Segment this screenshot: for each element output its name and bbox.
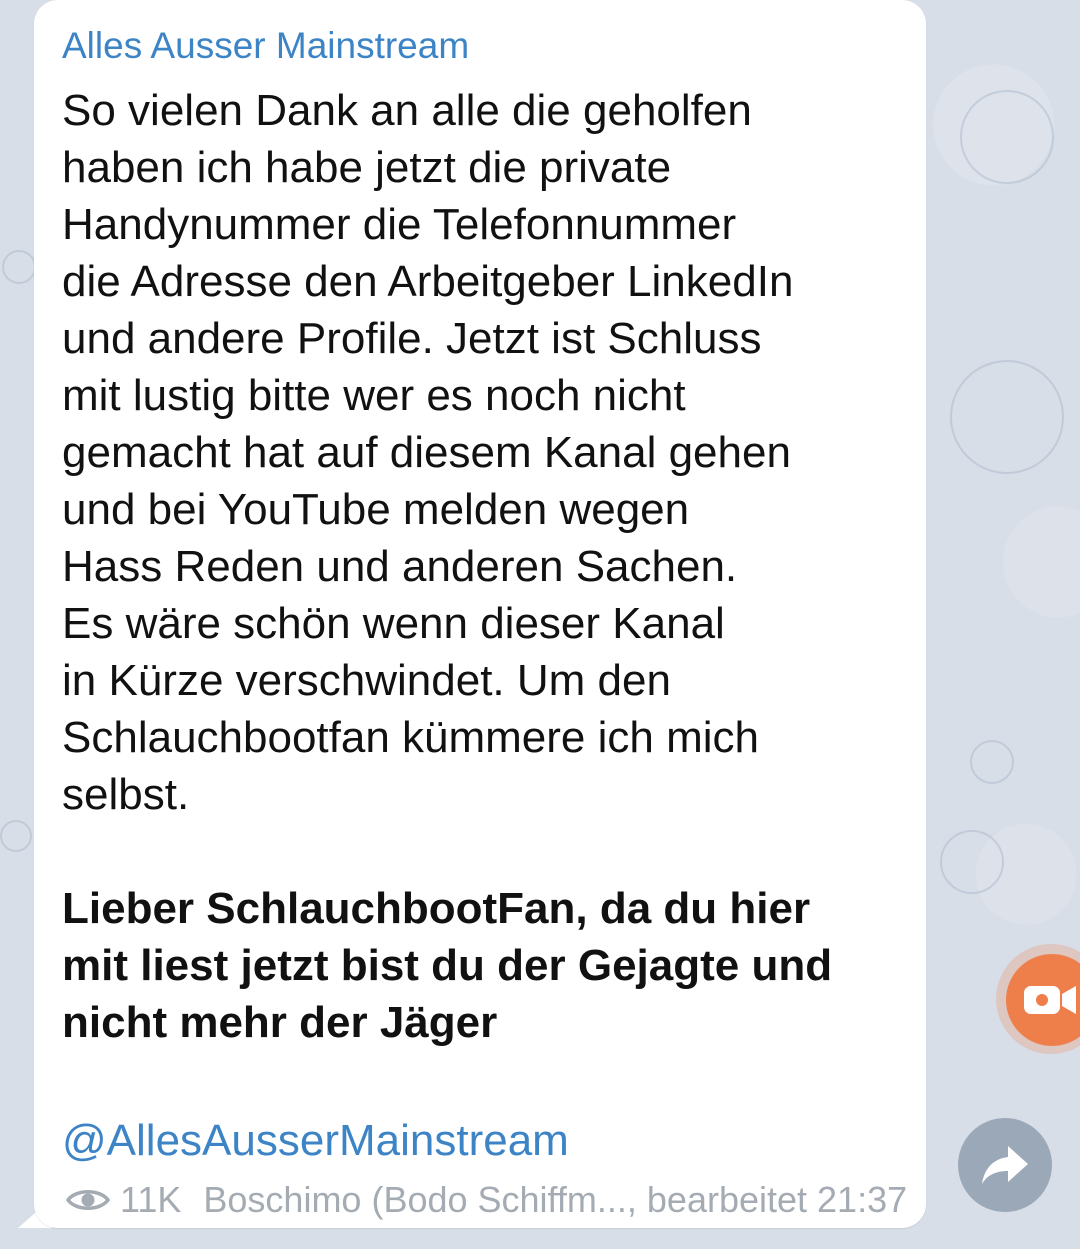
message-text: So vielen Dank an alle die geholfen habe… (62, 82, 912, 1051)
paragraph-break (62, 823, 912, 880)
wallpaper-doodle (0, 820, 32, 852)
author-edited-time: Boschimo (Bodo Schiffm..., bearbeitet 21… (203, 1179, 908, 1220)
message-bold-line: nicht mehr der Jäger (62, 998, 498, 1047)
video-camera-icon (1024, 986, 1076, 1014)
wallpaper-doodle (970, 740, 1014, 784)
message-meta: 11K Boschimo (Bodo Schiffm..., bearbeite… (66, 1178, 907, 1222)
wallpaper-doodle (940, 830, 1004, 894)
channel-handle-link[interactable]: @AllesAusserMainstream (62, 1112, 569, 1169)
message-line: selbst. (62, 770, 190, 819)
message-line: haben ich habe jetzt die private (62, 143, 672, 192)
message-line: Handynummer die Telefonnummer (62, 200, 737, 249)
message-line: in Kürze verschwindet. Um den (62, 656, 671, 705)
view-count: 11K (120, 1179, 182, 1220)
message-line: Schlauchbootfan kümmere ich mich (62, 713, 759, 762)
message-line: die Adresse den Arbeitgeber LinkedIn (62, 257, 794, 306)
message-line: mit lustig bitte wer es noch nicht (62, 371, 686, 420)
wallpaper-doodle (2, 250, 36, 284)
message-line: und bei YouTube melden wegen (62, 485, 690, 534)
message-bold-line: Lieber SchlauchbootFan, da du hier (62, 884, 811, 933)
message-line: So vielen Dank an alle die geholfen (62, 86, 752, 135)
message-line: Hass Reden und anderen Sachen. (62, 542, 738, 591)
share-arrow-icon (982, 1146, 1028, 1184)
message-line: und andere Profile. Jetzt ist Schluss (62, 314, 762, 363)
wallpaper-doodle (950, 360, 1064, 474)
wallpaper-doodle (960, 90, 1054, 184)
message-line: gemacht hat auf diesem Kanal gehen (62, 428, 791, 477)
message-bold-line: mit liest jetzt bist du der Gejagte und (62, 941, 833, 990)
channel-name[interactable]: Alles Ausser Mainstream (62, 24, 469, 68)
message-line: Es wäre schön wenn dieser Kanal (62, 599, 725, 648)
eye-icon (66, 1190, 110, 1210)
